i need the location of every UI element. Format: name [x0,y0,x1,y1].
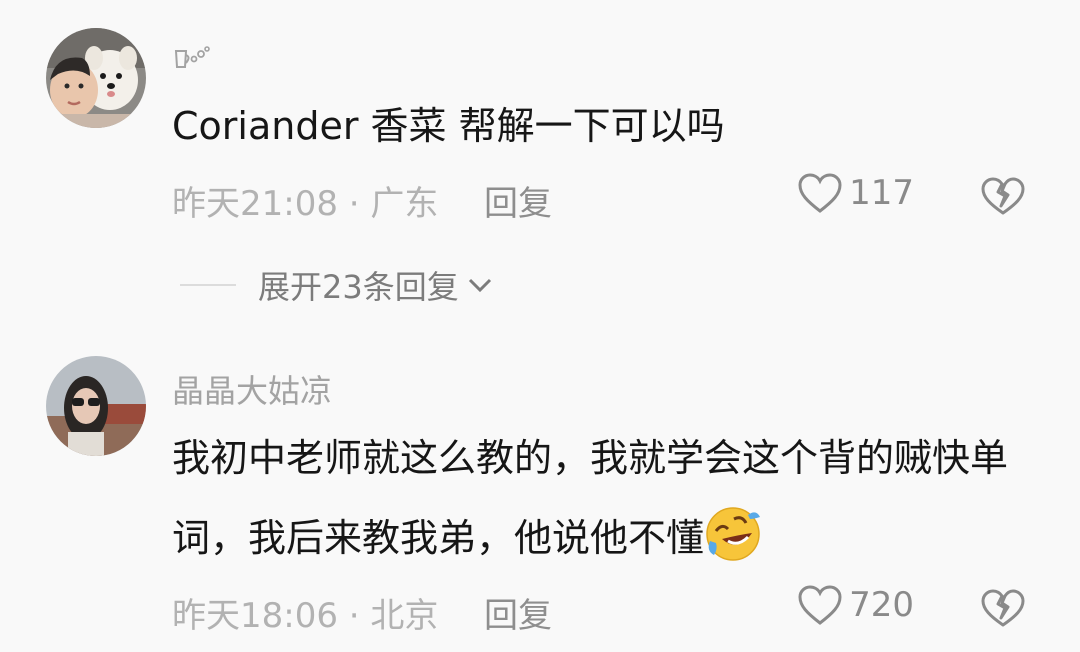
comment-meta: 昨天21:08 · 广东 [172,184,439,224]
like-count: 720 [849,585,914,625]
rolling-on-floor-laughing-emoji [706,507,761,561]
avatar[interactable] [46,356,146,456]
heart-outline-icon [798,585,842,625]
broken-heart-icon [981,177,1025,215]
comment-text: 我初中老师就这么教的，我就学会这个背的贼快单词，我后来教我弟，他说他不懂 [172,418,1032,578]
comment-meta: 昨天18:06 · 北京 [172,596,439,636]
expand-replies-button[interactable]: 展开23条回复 [180,262,495,308]
divider-line [180,284,236,286]
like-count: 117 [849,173,914,213]
chevron-down-icon [468,278,491,293]
broken-heart-icon [981,589,1025,627]
avatar[interactable] [46,28,146,128]
like-button[interactable]: 720 [797,584,914,626]
beer-mug-bubbles-icon [174,46,210,68]
username[interactable] [172,36,212,74]
dislike-button[interactable] [980,176,1026,216]
comment-item: 晶晶大姑凉 我初中老师就这么教的，我就学会这个背的贼快单词，我后来教我弟，他说他… [0,330,1080,652]
heart-outline-icon [798,173,842,213]
reply-button[interactable]: 回复 [484,588,552,637]
like-button[interactable]: 117 [797,172,914,214]
comment-item: Coriander 香菜 帮解一下可以吗 昨天21:08 · 广东 回复 117… [0,0,1080,330]
username[interactable]: 晶晶大姑凉 [172,366,332,412]
expand-replies-label: 展开23条回复 [258,268,459,306]
reply-button[interactable]: 回复 [484,176,552,225]
comment-text: Coriander 香菜 帮解一下可以吗 [172,104,725,148]
dislike-button[interactable] [980,588,1026,628]
